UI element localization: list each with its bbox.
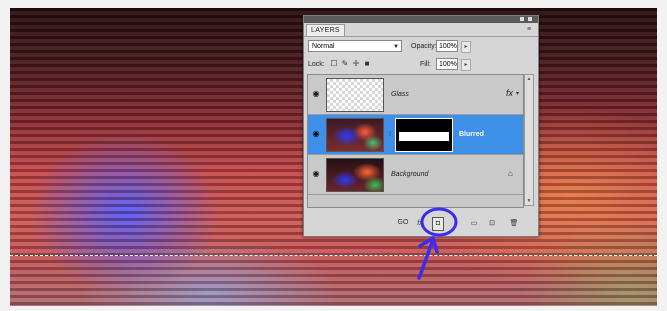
close-icon[interactable] <box>528 17 532 21</box>
selection-marquee <box>10 255 657 256</box>
fx-icon[interactable]: fx <box>506 88 513 98</box>
trash-icon[interactable]: 🗑 <box>508 217 520 231</box>
lock-icon: ⌂ <box>508 169 513 178</box>
collapse-icon[interactable] <box>520 17 524 21</box>
eye-icon[interactable]: ◉ <box>311 169 321 179</box>
layer-name: Blurred <box>459 131 484 138</box>
chevron-down-icon[interactable]: ▾ <box>516 90 519 97</box>
lock-image-icon[interactable]: ✎ <box>341 60 349 68</box>
new-group-icon[interactable]: ▭ <box>468 217 480 231</box>
panel-menu-icon[interactable]: ≡ <box>524 25 534 34</box>
lock-transparency-icon[interactable]: ☐ <box>330 60 338 68</box>
layer-name: Background <box>391 171 429 178</box>
eye-icon[interactable]: ◉ <box>311 89 321 99</box>
lock-label: Lock: <box>308 61 325 68</box>
layer-row-background[interactable]: ◉ Background ⌂ <box>308 155 523 195</box>
mask-white-band <box>399 132 449 141</box>
layer-row-blurred[interactable]: ◉ ⁝ Blurred <box>308 115 523 155</box>
layer-thumbnail <box>326 78 384 112</box>
layer-thumbnail <box>326 158 384 192</box>
layer-mask-thumbnail[interactable] <box>395 118 453 152</box>
chevron-down-icon: ▼ <box>393 44 399 50</box>
adjustment-layer-icon[interactable]: ◐ <box>450 217 462 231</box>
layer-thumbnail <box>326 118 384 152</box>
tab-divider <box>304 36 538 37</box>
fill-field[interactable]: 100% <box>436 58 458 70</box>
layers-panel: LAYERS ≡ Normal ▼ Opacity: 100% ▸ Lock: … <box>303 15 539 237</box>
scroll-down-icon[interactable]: ▼ <box>526 198 532 204</box>
layers-scrollbar[interactable]: ▲ ▼ <box>524 74 534 206</box>
opacity-field[interactable]: 100% <box>436 40 458 52</box>
blend-mode-value: Normal <box>312 43 335 50</box>
lock-position-icon[interactable]: ✛ <box>352 60 360 68</box>
eye-icon[interactable]: ◉ <box>311 129 321 139</box>
scroll-up-icon[interactable]: ▲ <box>526 76 532 82</box>
layer-style-icon[interactable]: fx <box>414 217 426 231</box>
add-layer-mask-button[interactable]: ◘ <box>432 217 444 231</box>
fill-slider-toggle-icon[interactable]: ▸ <box>461 59 471 71</box>
link-layers-icon[interactable]: GO <box>396 217 410 229</box>
opacity-label: Opacity: <box>411 43 437 50</box>
new-layer-icon[interactable]: ⊡ <box>486 217 498 231</box>
panel-bottom-bar: GO fx ◘ ◐ ▭ ⊡ 🗑 <box>304 212 538 236</box>
layer-row-glass[interactable]: ◉ Glass fx ▾ <box>308 75 523 115</box>
fill-label: Fill: <box>420 61 431 68</box>
panel-title-bar[interactable] <box>304 16 538 23</box>
screenshot-frame: LAYERS ≡ Normal ▼ Opacity: 100% ▸ Lock: … <box>0 0 667 311</box>
lock-all-icon[interactable]: ■ <box>363 60 371 68</box>
opacity-slider-toggle-icon[interactable]: ▸ <box>461 41 471 53</box>
link-icon[interactable]: ⁝ <box>387 130 393 140</box>
layers-list: ◉ Glass fx ▾ ◉ ⁝ Blurred ◉ Background ⌂ <box>307 74 524 208</box>
blend-mode-select[interactable]: Normal ▼ <box>308 40 402 52</box>
layer-name: Glass <box>391 91 409 98</box>
